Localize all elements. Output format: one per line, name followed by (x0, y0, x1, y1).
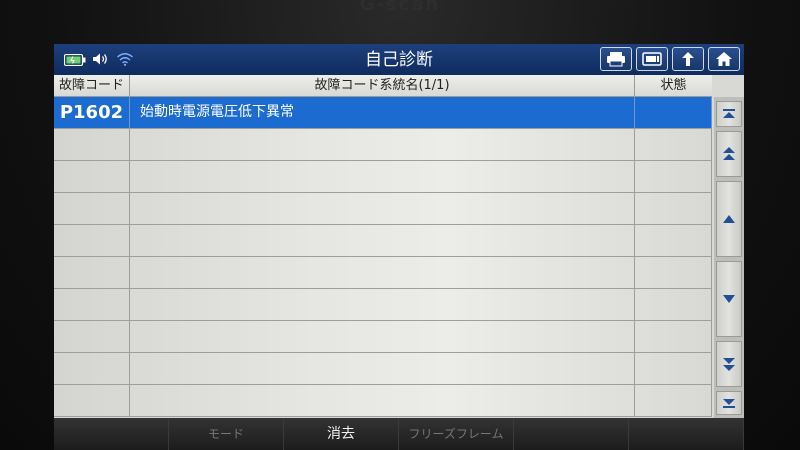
home-button[interactable] (708, 47, 740, 71)
dtc-name (130, 353, 635, 384)
wifi-icon (116, 51, 134, 70)
dtc-name (130, 385, 635, 416)
header-name: 故障コード系統名(1/1) (130, 75, 635, 97)
scroll-down-button[interactable] (716, 261, 742, 337)
scroll-top-button[interactable] (716, 101, 742, 127)
scroll-top-icon (723, 109, 735, 118)
dtc-code (54, 225, 130, 256)
dtc-code: P1602 (54, 97, 130, 128)
page-down-button[interactable] (716, 341, 742, 387)
dtc-status (635, 193, 712, 224)
dtc-name (130, 225, 635, 256)
header-code: 故障コード (54, 75, 130, 97)
function-button-5[interactable] (514, 418, 629, 450)
dtc-status (635, 289, 712, 320)
dtc-code (54, 161, 130, 192)
scroll-column (714, 97, 744, 418)
dtc-name (130, 321, 635, 352)
dtc-table: 故障コード 故障コード系統名(1/1) 状態 P1602 始動時電源電圧低下異常 (54, 75, 712, 418)
table-row[interactable] (54, 225, 712, 257)
table-body: P1602 始動時電源電圧低下異常 (54, 97, 712, 417)
page-up-button[interactable] (716, 131, 742, 177)
back-button[interactable] (672, 47, 704, 71)
page-title: 自己診断 (365, 50, 433, 70)
back-icon (682, 52, 694, 66)
table-row[interactable] (54, 385, 712, 417)
table-row[interactable] (54, 353, 712, 385)
nav-buttons (600, 47, 740, 71)
table-row[interactable] (54, 321, 712, 353)
printer-icon (607, 52, 625, 67)
table-header: 故障コード 故障コード系統名(1/1) 状態 (54, 75, 712, 97)
dtc-name (130, 161, 635, 192)
page-up-icon (723, 147, 735, 160)
scan-tool-device: G-scan 自己診断 故障コード 故障コード系統名(1/1) 状態 P1602… (0, 0, 800, 450)
header-status: 状態 (660, 78, 687, 93)
title-bar: 自己診断 (54, 44, 744, 75)
dtc-code (54, 353, 130, 384)
table-row[interactable] (54, 161, 712, 193)
home-icon (716, 52, 732, 66)
freeze-frame-button[interactable]: フリーズフレーム (399, 418, 514, 450)
dtc-status (635, 129, 712, 160)
table-row[interactable] (54, 129, 712, 161)
print-button[interactable] (600, 47, 632, 71)
dtc-name (130, 129, 635, 160)
dtc-status (635, 321, 712, 352)
scroll-up-button[interactable] (716, 181, 742, 257)
dtc-status (635, 225, 712, 256)
screen: 自己診断 故障コード 故障コード系統名(1/1) 状態 P1602 始動時電源電… (54, 44, 744, 450)
dtc-status (635, 385, 712, 416)
screenshot-icon (642, 52, 662, 66)
dtc-code (54, 289, 130, 320)
dtc-status (635, 97, 712, 128)
dtc-code (54, 129, 130, 160)
scroll-bottom-button[interactable] (716, 391, 742, 415)
dtc-code (54, 193, 130, 224)
dtc-name (130, 289, 635, 320)
page-down-icon (723, 358, 735, 371)
dtc-code (54, 385, 130, 416)
scroll-bottom-icon (723, 399, 735, 408)
status-icons (63, 50, 134, 70)
device-brand-logo: G-scan (359, 0, 441, 15)
table-row[interactable] (54, 289, 712, 321)
function-bar: モード 消去 フリーズフレーム (54, 418, 744, 450)
arrow-up-icon (723, 215, 735, 223)
dtc-status (635, 257, 712, 288)
dtc-name (130, 193, 635, 224)
function-button-6[interactable] (629, 418, 744, 450)
dtc-name: 始動時電源電圧低下異常 (130, 97, 635, 128)
dtc-status (635, 353, 712, 384)
function-button-1[interactable] (54, 418, 169, 450)
dtc-code (54, 321, 130, 352)
dtc-name (130, 257, 635, 288)
table-row[interactable] (54, 193, 712, 225)
table-row[interactable]: P1602 始動時電源電圧低下異常 (54, 97, 712, 129)
speaker-icon (92, 51, 110, 70)
screenshot-button[interactable] (636, 47, 668, 71)
battery-icon (63, 51, 86, 70)
table-row[interactable] (54, 257, 712, 289)
erase-button[interactable]: 消去 (284, 418, 399, 450)
dtc-status (635, 161, 712, 192)
arrow-down-icon (723, 295, 735, 303)
mode-button[interactable]: モード (169, 418, 284, 450)
dtc-code (54, 257, 130, 288)
